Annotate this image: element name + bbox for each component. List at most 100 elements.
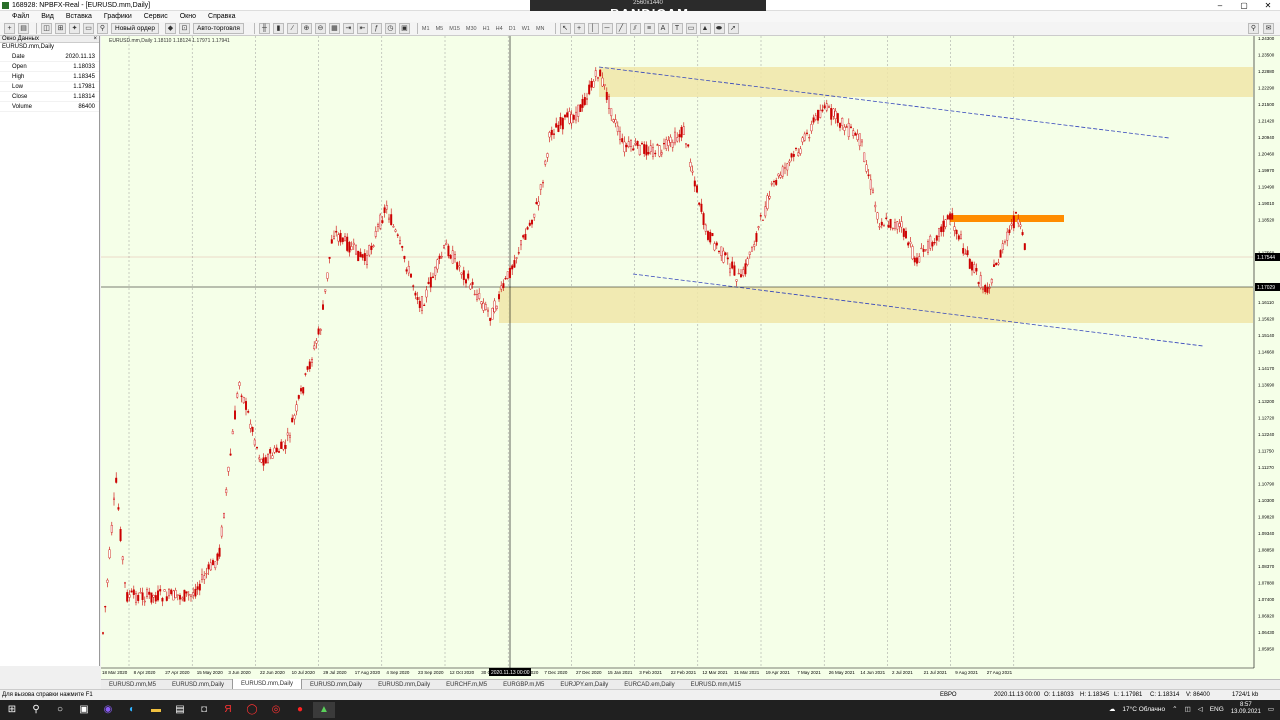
channel-icon[interactable]: ⫽ xyxy=(629,23,641,34)
candle-body xyxy=(707,231,710,240)
yandex-icon[interactable]: Я xyxy=(217,702,239,718)
menu-window[interactable]: Окно xyxy=(180,13,196,20)
menu-view[interactable]: Вид xyxy=(41,13,54,20)
chart-shift-icon[interactable]: ⇤ xyxy=(356,23,368,34)
data-window-icon[interactable]: ⊞ xyxy=(55,23,66,34)
clock-date: 13.09.2021 xyxy=(1230,709,1261,715)
network-icon[interactable]: ◫ xyxy=(1185,705,1191,713)
candles-icon[interactable]: ▮ xyxy=(272,23,284,34)
indicators-icon[interactable]: ƒ xyxy=(370,23,382,34)
close-button[interactable]: ✕ xyxy=(1256,0,1280,11)
tester-icon[interactable]: ⚲ xyxy=(97,23,108,34)
timeframe-m1[interactable]: M1 xyxy=(422,26,430,32)
opera-gx-icon[interactable]: ◎ xyxy=(265,702,287,718)
line-chart-icon[interactable]: ∕ xyxy=(286,23,298,34)
menu-help[interactable]: Справка xyxy=(208,13,235,20)
chart-tab[interactable]: EURUSD.mm,Daily xyxy=(370,680,438,690)
cursor-icon[interactable]: ↖ xyxy=(559,23,571,34)
opera-icon[interactable]: ◯ xyxy=(241,702,263,718)
bar-chart-icon[interactable]: ╫ xyxy=(258,23,270,34)
menu-insert[interactable]: Вставка xyxy=(66,13,92,20)
menu-tools[interactable]: Сервис xyxy=(144,13,168,20)
supply-zone[interactable] xyxy=(599,67,1253,97)
chart-canvas[interactable]: 1.24300 1.23500 1.22880 1.22290 1.21500 1.214… xyxy=(101,36,1280,680)
fibo-icon[interactable]: ≡ xyxy=(643,23,655,34)
navigator-icon[interactable]: ✦ xyxy=(69,23,80,34)
volume-icon[interactable]: ◁ xyxy=(1198,705,1203,713)
edge-icon[interactable]: ◐ xyxy=(121,702,143,718)
vertical-line-icon[interactable]: │ xyxy=(587,23,599,34)
timeframe-h1[interactable]: H1 xyxy=(483,26,490,32)
timeframe-w1[interactable]: W1 xyxy=(522,26,530,32)
tile-windows-icon[interactable]: ▦ xyxy=(328,23,340,34)
chart-tab[interactable]: EURUSD.mm,M15 xyxy=(683,680,749,690)
windows-start-icon[interactable]: ⊞ xyxy=(1,702,23,718)
chevron-up-icon[interactable]: ⌃ xyxy=(1172,705,1177,713)
autoscroll-icon[interactable]: ⇥ xyxy=(342,23,354,34)
weather-text[interactable]: 17°C Облачно xyxy=(1122,706,1165,713)
timeframe-d1[interactable]: D1 xyxy=(509,26,516,32)
search-icon[interactable]: ⚲ xyxy=(1248,23,1259,34)
candle-body xyxy=(812,117,815,123)
new-chart-icon[interactable]: + xyxy=(4,23,15,34)
periods-icon[interactable]: ◷ xyxy=(384,23,396,34)
timeframe-h4[interactable]: H4 xyxy=(496,26,503,32)
timeframe-m30[interactable]: M30 xyxy=(466,26,477,32)
clock[interactable]: 8:57 13.09.2021 xyxy=(1231,702,1261,716)
timeframe-mn[interactable]: MN xyxy=(536,26,545,32)
templates-icon[interactable]: ▣ xyxy=(398,23,410,34)
autotrading-button[interactable]: Авто-торговля xyxy=(192,23,244,34)
timeframe-m15[interactable]: M15 xyxy=(449,26,460,32)
horizontal-line-icon[interactable]: ─ xyxy=(601,23,613,34)
trendline-icon[interactable]: ╱ xyxy=(615,23,627,34)
new-order-button[interactable]: Новый ордер xyxy=(111,23,159,34)
ellipse-icon[interactable]: ⬬ xyxy=(713,23,725,34)
chart-tab[interactable]: EURCHF.m,M5 xyxy=(438,680,495,690)
maximize-button[interactable]: ▢ xyxy=(1232,0,1256,11)
candle-body xyxy=(933,242,936,244)
timeframe-m5[interactable]: M5 xyxy=(436,26,444,32)
app-icon[interactable]: ◉ xyxy=(97,702,119,718)
zoom-out-icon[interactable]: ⊖ xyxy=(314,23,326,34)
text-icon[interactable]: A xyxy=(657,23,669,34)
candle-body xyxy=(676,137,679,142)
market-watch-icon[interactable]: ◫ xyxy=(41,23,52,34)
profiles-icon[interactable]: ▤ xyxy=(18,23,29,34)
lang-indicator[interactable]: ENG xyxy=(1210,706,1224,713)
chart-tab[interactable]: EURUSD.mm,Daily xyxy=(164,680,232,690)
close-icon[interactable]: × xyxy=(93,36,97,43)
label-icon[interactable]: T xyxy=(671,23,683,34)
search-icon[interactable]: ⚲ xyxy=(25,702,47,718)
explorer-icon[interactable]: ▬ xyxy=(145,702,167,718)
demand-zone[interactable] xyxy=(499,287,1253,323)
menu-bar: Файл Вид Вставка Графики Сервис Окно Спр… xyxy=(0,11,1280,22)
store-icon[interactable]: ▤ xyxy=(169,702,191,718)
chart-tab[interactable]: EURCAD.em,Daily xyxy=(616,680,682,690)
zoom-in-icon[interactable]: ⊕ xyxy=(300,23,312,34)
minimize-button[interactable]: – xyxy=(1208,0,1232,11)
chart-tab[interactable]: EURJPY.em,Daily xyxy=(552,680,616,690)
menu-file[interactable]: Файл xyxy=(12,13,29,20)
arrows-icon[interactable]: ➚ xyxy=(727,23,739,34)
candle-body xyxy=(1015,212,1018,214)
task-view-icon[interactable]: ▣ xyxy=(73,702,95,718)
metatrader-icon[interactable]: ▲ xyxy=(313,702,335,718)
notification-app-icon[interactable]: ◘ xyxy=(193,702,215,718)
metaeditor-icon[interactable]: ◆ xyxy=(164,23,176,34)
bandicam-icon[interactable]: ● xyxy=(289,702,311,718)
menu-charts[interactable]: Графики xyxy=(104,13,132,20)
rectangle-icon[interactable]: ▭ xyxy=(685,23,697,34)
terminal-icon[interactable]: ▭ xyxy=(83,23,94,34)
chart-tab[interactable]: EURUSD.mm,M5 xyxy=(101,680,164,690)
resistance-level[interactable] xyxy=(950,215,1064,222)
chat-icon[interactable]: ✉ xyxy=(1263,23,1274,34)
triangle-icon[interactable]: ▲ xyxy=(699,23,711,34)
crosshair-icon[interactable]: + xyxy=(573,23,585,34)
candle-body xyxy=(423,304,426,306)
price-chart[interactable]: 1.24300 1.23500 1.22880 1.22290 1.21500 1.214… xyxy=(101,36,1280,680)
chart-tab[interactable]: EURGBP.m,M5 xyxy=(495,680,552,690)
cortana-icon[interactable]: ○ xyxy=(49,702,71,718)
notifications-icon[interactable]: ▭ xyxy=(1268,705,1274,713)
chart-tab[interactable]: EURUSD.mm,Daily xyxy=(302,680,370,690)
script-icon[interactable]: ⊡ xyxy=(178,23,190,34)
